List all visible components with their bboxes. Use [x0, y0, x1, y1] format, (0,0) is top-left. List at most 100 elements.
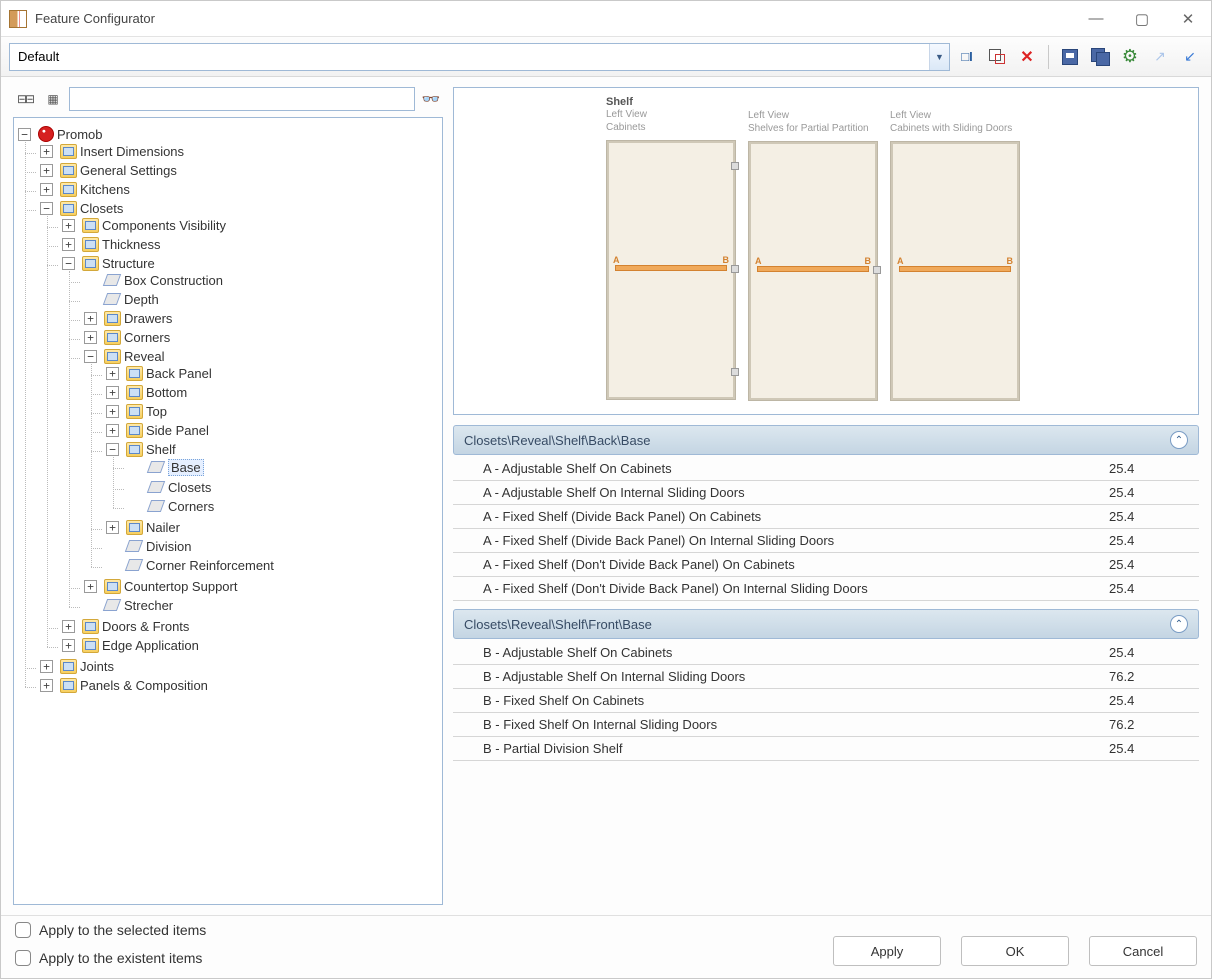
apply-selected-checkbox[interactable]: Apply to the selected items [15, 922, 206, 938]
tree-node-structure[interactable]: −Structure [60, 256, 440, 271]
property-value[interactable]: 25.4 [1109, 741, 1199, 756]
toggle-icon[interactable]: + [84, 580, 97, 593]
tree-node-general-settings[interactable]: +General Settings [38, 163, 440, 178]
tree-node-drawers[interactable]: +Drawers [82, 311, 440, 326]
tree-node-doors-fronts[interactable]: +Doors & Fronts [60, 619, 440, 634]
tree-node-strecher[interactable]: Strecher [82, 598, 440, 613]
toggle-icon[interactable]: + [62, 620, 75, 633]
property-row[interactable]: A - Fixed Shelf (Don't Divide Back Panel… [453, 577, 1199, 601]
property-row[interactable]: B - Fixed Shelf On Internal Sliding Door… [453, 713, 1199, 737]
property-value[interactable]: 25.4 [1109, 461, 1199, 476]
property-row[interactable]: A - Fixed Shelf (Divide Back Panel) On I… [453, 529, 1199, 553]
maximize-button[interactable]: ▢ [1119, 1, 1165, 37]
apply-existent-checkbox[interactable]: Apply to the existent items [15, 950, 206, 966]
toggle-icon[interactable]: + [106, 386, 119, 399]
preset-input[interactable] [10, 44, 929, 70]
toggle-icon[interactable]: + [40, 679, 53, 692]
property-value[interactable]: 25.4 [1109, 645, 1199, 660]
toggle-icon[interactable]: + [84, 331, 97, 344]
group-header[interactable]: Closets\Reveal\Shelf\Front\Base⌃ [453, 609, 1199, 639]
toggle-icon[interactable]: + [106, 367, 119, 380]
property-value[interactable]: 25.4 [1109, 509, 1199, 524]
property-row[interactable]: A - Fixed Shelf (Don't Divide Back Panel… [453, 553, 1199, 577]
apply-button[interactable]: Apply [833, 936, 941, 966]
property-value[interactable]: 25.4 [1109, 485, 1199, 500]
tree-node-components-visibility[interactable]: +Components Visibility [60, 218, 440, 233]
property-row[interactable]: A - Adjustable Shelf On Cabinets25.4 [453, 457, 1199, 481]
toggle-icon[interactable]: − [18, 128, 31, 141]
tree-node-shelf-closets[interactable]: Closets [126, 480, 440, 495]
toggle-icon[interactable]: + [62, 219, 75, 232]
close-button[interactable]: ✕ [1165, 1, 1211, 37]
collapse-icon[interactable]: ⌃ [1170, 431, 1188, 449]
save-button[interactable] [1057, 44, 1083, 70]
toggle-icon[interactable]: − [84, 350, 97, 363]
tree-node-promob[interactable]: − Promob [16, 126, 440, 142]
tree-node-shelf[interactable]: −Shelf [104, 442, 440, 457]
property-value[interactable]: 25.4 [1109, 581, 1199, 596]
property-value[interactable]: 25.4 [1109, 557, 1199, 572]
property-row[interactable]: A - Fixed Shelf (Divide Back Panel) On C… [453, 505, 1199, 529]
tree-node-corners[interactable]: +Corners [82, 330, 440, 345]
tree-node-back-panel[interactable]: +Back Panel [104, 366, 440, 381]
toggle-icon[interactable]: + [84, 312, 97, 325]
tree-node-base[interactable]: Base [126, 459, 440, 476]
search-button[interactable]: 👓 [419, 87, 443, 111]
property-row[interactable]: A - Adjustable Shelf On Internal Sliding… [453, 481, 1199, 505]
preset-combo[interactable]: ▼ [9, 43, 950, 71]
collapse-all-button[interactable]: ⊟⊟ [13, 87, 37, 111]
property-row[interactable]: B - Adjustable Shelf On Internal Sliding… [453, 665, 1199, 689]
preset-dropdown-icon[interactable]: ▼ [929, 44, 949, 70]
toggle-icon[interactable]: + [40, 183, 53, 196]
toggle-icon[interactable]: − [106, 443, 119, 456]
tree-node-depth[interactable]: Depth [82, 292, 440, 307]
tree-node-box-construction[interactable]: Box Construction [82, 273, 440, 288]
tree-node-closets[interactable]: −Closets [38, 201, 440, 216]
property-value[interactable]: 25.4 [1109, 693, 1199, 708]
tree-node-edge-application[interactable]: +Edge Application [60, 638, 440, 653]
tree-node-bottom[interactable]: +Bottom [104, 385, 440, 400]
toggle-icon[interactable]: + [62, 639, 75, 652]
toggle-icon[interactable]: + [40, 145, 53, 158]
tree-node-shelf-corners[interactable]: Corners [126, 499, 440, 514]
duplicate-button[interactable] [984, 44, 1010, 70]
toggle-icon[interactable]: − [40, 202, 53, 215]
rename-button[interactable]: □I [954, 44, 980, 70]
settings-button[interactable]: ⚙ [1117, 44, 1143, 70]
cancel-button[interactable]: Cancel [1089, 936, 1197, 966]
tree-node-top[interactable]: +Top [104, 404, 440, 419]
expand-all-button[interactable]: ▦ [41, 87, 65, 111]
toggle-icon[interactable]: − [62, 257, 75, 270]
tree-node-thickness[interactable]: +Thickness [60, 237, 440, 252]
tree-node-joints[interactable]: +Joints [38, 659, 440, 674]
group-header[interactable]: Closets\Reveal\Shelf\Back\Base⌃ [453, 425, 1199, 455]
toggle-icon[interactable]: + [106, 521, 119, 534]
link-out-button[interactable]: ↗ [1147, 44, 1173, 70]
link-in-button[interactable]: ↙ [1177, 44, 1203, 70]
tree-node-side-panel[interactable]: +Side Panel [104, 423, 440, 438]
minimize-button[interactable]: — [1073, 1, 1119, 37]
tree-view[interactable]: − Promob +Insert Dimensions +General Set… [13, 117, 443, 905]
toggle-icon[interactable]: + [40, 660, 53, 673]
tree-node-nailer[interactable]: +Nailer [104, 520, 440, 535]
toggle-icon[interactable]: + [62, 238, 75, 251]
property-row[interactable]: B - Adjustable Shelf On Cabinets25.4 [453, 641, 1199, 665]
ok-button[interactable]: OK [961, 936, 1069, 966]
property-value[interactable]: 76.2 [1109, 669, 1199, 684]
tree-node-corner-reinforcement[interactable]: Corner Reinforcement [104, 558, 440, 573]
tree-node-division[interactable]: Division [104, 539, 440, 554]
save-all-button[interactable] [1087, 44, 1113, 70]
toggle-icon[interactable]: + [106, 405, 119, 418]
tree-node-insert-dimensions[interactable]: +Insert Dimensions [38, 144, 440, 159]
toggle-icon[interactable]: + [40, 164, 53, 177]
property-row[interactable]: B - Fixed Shelf On Cabinets25.4 [453, 689, 1199, 713]
tree-node-reveal[interactable]: −Reveal [82, 349, 440, 364]
property-value[interactable]: 25.4 [1109, 533, 1199, 548]
tree-node-panels-composition[interactable]: +Panels & Composition [38, 678, 440, 693]
tree-node-kitchens[interactable]: +Kitchens [38, 182, 440, 197]
collapse-icon[interactable]: ⌃ [1170, 615, 1188, 633]
delete-button[interactable]: ✕ [1014, 44, 1040, 70]
tree-node-countertop-support[interactable]: +Countertop Support [82, 579, 440, 594]
search-input[interactable] [69, 87, 415, 111]
toggle-icon[interactable]: + [106, 424, 119, 437]
